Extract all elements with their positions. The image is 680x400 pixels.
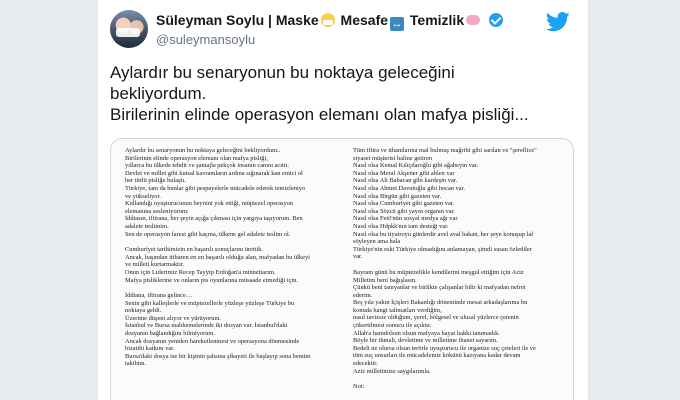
document-line: Ancak, başından itibaren en en başarılı …: [125, 253, 310, 261]
name-part-3: Temizlik: [409, 12, 465, 28]
document-line: söyleyen ama hala: [353, 238, 401, 246]
document-line: konuda hangi talimatları verdiğim,: [353, 306, 442, 314]
avatar-mask-detail: [116, 28, 140, 37]
document-line: Böyle bir ihmali, devletime ve milletime…: [353, 337, 498, 345]
document-line: Çünkü beni tanıyanlar ve birlikte çalışa…: [353, 284, 526, 292]
document-line: İddiana, iftirana gelince…: [125, 292, 193, 300]
document-line: Nasıl olsa Fetö'nün sosyal medya ağı var: [353, 215, 458, 223]
document-line: siyaset müşterisi haline getiren: [353, 154, 432, 162]
document-paragraph-gap: [125, 238, 340, 246]
document-line: Nasıl olsa Birgün gibi gazeten var.: [353, 192, 442, 200]
document-line: edecektir.: [353, 360, 378, 368]
document-left-column: Aylardır bu senaryonun bu noktaya gelece…: [125, 147, 340, 368]
tweet-text-line: bekliyordum.: [110, 84, 207, 103]
document-line: Türkiye'nin eski Türkiye olmadığını anla…: [353, 245, 532, 253]
document-line: Allah'a hamdolsun olsun mafyaya hayat ha…: [353, 329, 500, 337]
document-line: Senin gibi kalleşlerle ve müptezellerle …: [125, 299, 295, 307]
document-line: çökertilmesi sonucu ile açıktır.: [353, 322, 432, 330]
document-line: dosyanın bağlandığını bilmiyorum.: [125, 330, 215, 338]
document-line: bizatihi katkım var.: [125, 345, 175, 353]
document-line: Nasıl olsa Ahmet Davutoğlu gibi hocan va…: [353, 184, 465, 192]
document-line: Nasıl olsa Hdpkk'nın tam desteği var.: [353, 222, 449, 230]
document-line: Onun için Liderimiz Recep Tayyip Erdoğan…: [125, 268, 276, 276]
tweet-text-line: Aylardır bu senaryonun bu noktaya gelece…: [110, 63, 455, 82]
document-line: elemanına sesleniyorum:: [125, 207, 189, 215]
tweet-text-line: Birilerinin elinde operasyon elemanı ola…: [110, 105, 529, 124]
document-right-column: Tüm iftira ve ithamlarına mal bulmuş mağ…: [353, 147, 563, 391]
twitter-bird-icon[interactable]: [546, 12, 570, 32]
handle[interactable]: @suleymansoylu: [156, 32, 255, 47]
document-paragraph-gap: [353, 375, 563, 383]
document-line: Aziz milletimize saygılarımla.: [353, 367, 431, 375]
document-line: Nasıl olsa bu tiyatroyu günlerdir avel a…: [353, 230, 534, 238]
document-line: her türlü pisliğe bulaştı.: [125, 177, 186, 185]
document-line: ve yükseliyor.: [125, 192, 161, 200]
document-line: Bursa'daki dosya ise bir kişinin şahsına…: [125, 352, 311, 360]
document-line: Tüm iftira ve ithamlarına mal bulmuş mağ…: [353, 147, 537, 154]
document-line: Nasıl olsa Kemal Kılıçdaroğlu gibi ağabe…: [353, 162, 479, 170]
document-line: takibim.: [125, 360, 147, 368]
display-name[interactable]: Süleyman Soylu | Maske Mesafe ↔ Temizlik: [156, 12, 503, 31]
document-line: adalete teslimim.: [125, 222, 169, 230]
document-line: nasıl tavizsiz olduğum, yerel, bölgesel …: [353, 314, 519, 322]
document-line: Kullandığı uyuşturucunun beynini yok ett…: [125, 200, 294, 208]
document-paragraph-gap: [125, 284, 340, 292]
name-part-2: Mesafe: [340, 12, 389, 28]
document-line: noktaya geldi.: [125, 307, 162, 315]
document-paragraph-gap: [353, 261, 563, 269]
document-line: Birilerinin elinde operasyon elemanı ola…: [125, 154, 268, 162]
document-line: yıllarca bu ülkede tehdit ve şantajla pe…: [125, 162, 289, 170]
document-line: Bedeli ne olursa olsun terörle uyuşturuc…: [353, 344, 536, 352]
document-line: Mafya pisliklerine ve onların pis oyunla…: [125, 276, 299, 284]
document-line: ederim.: [353, 291, 373, 299]
document-line: Nasıl olsa Ali Babacan gibi kardeşin var…: [353, 177, 458, 185]
document-line: ve milleti kurtarmaktır.: [125, 261, 185, 269]
document-line: Nasıl olsa Cumhuriyet gibi gazeten var.: [353, 200, 455, 208]
left-right-arrow-icon: ↔: [390, 17, 405, 31]
document-line: Nasıl olsa Sözcü gibi yayın organın var.: [353, 207, 455, 215]
tweet-text: Aylardır bu senaryonun bu noktaya gelece…: [110, 62, 570, 125]
document-line: Cumhuriyet tarihimizin en başarılı sonuç…: [125, 246, 264, 254]
document-line: Bayram günü bu müptezelikle kendilerini …: [353, 268, 524, 276]
document-line: Not:: [353, 383, 365, 391]
document-line: Türkiye, tam da bunlar gibi pespayelerle…: [125, 184, 306, 192]
tweet-card: Süleyman Soylu | Maske Mesafe ↔ Temizlik …: [97, 0, 589, 400]
document-line: Sen de operasyon faresi gibi kaçma, ülke…: [125, 230, 291, 238]
document-line: Milletim beni bağışlasın.: [353, 276, 417, 284]
document-line: var.: [353, 253, 363, 261]
document-line: İddiasın, iftirana, her şeyin açığa çıkm…: [125, 215, 303, 223]
name-part-1: Süleyman Soylu | Maske: [156, 12, 319, 28]
document-line: Üzerime düşeni alıyor ve yürüyorum.: [125, 314, 222, 322]
tweet-media-image[interactable]: Aylardır bu senaryonun bu noktaya gelece…: [110, 138, 574, 400]
verified-badge-icon: [489, 13, 503, 27]
avatar[interactable]: [110, 10, 148, 48]
document-line: Devlet ve millet gibi kutsal kavramların…: [125, 169, 303, 177]
document-line: Ancak dosyanın yeniden hareketlenmesi ve…: [125, 337, 300, 345]
document-line: tüm suç unsurları ile mücadelemiz kökünü…: [353, 352, 521, 360]
face-mask-emoji-icon: [320, 13, 335, 27]
document-line: Beş yıla yakın İçişleri Bakanlığı dönemi…: [353, 299, 528, 307]
document-line: Aylardır bu senaryonun bu noktaya gelece…: [125, 147, 281, 154]
document-line: Nasıl olsa Meral Akşener gibi ablen var: [353, 169, 455, 177]
soap-emoji-icon: [466, 15, 481, 25]
document-line: İstanbul ve Bursa mahkemelerinde iki dos…: [125, 322, 288, 330]
